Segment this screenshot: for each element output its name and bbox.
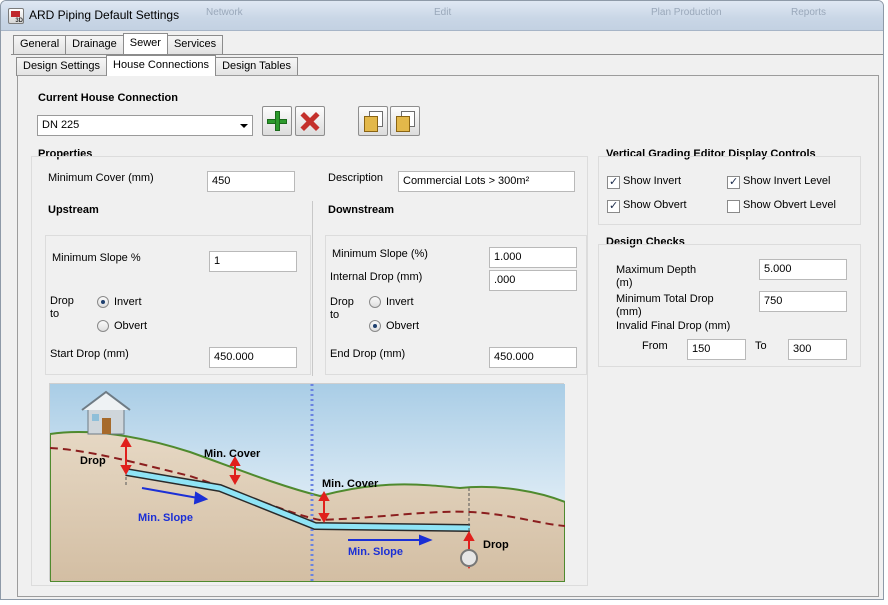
downstream-drop-to-label-2: to xyxy=(330,309,340,321)
upstream-heading: Upstream xyxy=(48,204,99,216)
house-connection-value: DN 225 xyxy=(42,119,80,131)
from-label: From xyxy=(642,340,668,352)
tab-design-settings[interactable]: Design Settings xyxy=(16,57,108,76)
min-cover-label: Minimum Cover (mm) xyxy=(48,172,154,184)
add-connection-button[interactable] xyxy=(262,106,292,136)
manhole-icon xyxy=(460,549,478,567)
description-label: Description xyxy=(328,172,384,184)
current-connection-heading: Current House Connection xyxy=(38,92,178,104)
delete-connection-button[interactable] xyxy=(295,106,325,136)
upstream-drop-to-label: Drop xyxy=(50,295,74,307)
plus-icon-stroke xyxy=(275,111,280,131)
end-drop-label: End Drop (mm) xyxy=(330,348,406,360)
downstream-obvert-radio[interactable] xyxy=(369,320,381,332)
show-obvert-label: Show Obvert xyxy=(623,199,687,211)
downstream-min-slope-field[interactable]: 1.000 xyxy=(489,247,577,268)
tab-house-connections[interactable]: House Connections xyxy=(106,55,217,76)
max-depth-field[interactable]: 5.000 xyxy=(759,259,847,280)
end-drop-field[interactable]: 450.000 xyxy=(489,347,577,368)
min-slope-label-downstream: Min. Slope xyxy=(348,546,403,558)
min-total-drop-field[interactable]: 750 xyxy=(759,291,847,312)
drop-label-upstream: Drop xyxy=(80,455,106,467)
import-button[interactable] xyxy=(358,106,388,136)
from-field[interactable]: 150 xyxy=(687,339,746,360)
background-menu-item: Network xyxy=(206,7,243,18)
show-obvert-checkbox[interactable] xyxy=(607,199,620,213)
upstream-min-slope-label: Minimum Slope % xyxy=(52,252,141,264)
to-label: To xyxy=(755,340,767,352)
internal-drop-label: Internal Drop (mm) xyxy=(330,271,423,283)
sub-tab-strip: Design Settings House Connections Design… xyxy=(16,55,298,76)
tab-drainage[interactable]: Drainage xyxy=(65,35,124,54)
house-connection-diagram: Drop Min. Cover Min. Cover Min. Slope Mi… xyxy=(49,383,565,582)
background-menu-item: Reports xyxy=(791,7,827,18)
settings-window: ARD Piping Default Settings Network Edit… xyxy=(0,0,884,600)
show-invert-level-label: Show Invert Level xyxy=(743,175,831,187)
background-menu-item: Plan Production xyxy=(651,7,722,18)
window-title: ARD Piping Default Settings xyxy=(29,8,180,22)
show-invert-checkbox[interactable] xyxy=(607,175,620,189)
tab-sewer[interactable]: Sewer xyxy=(122,33,168,54)
title-bar: ARD Piping Default Settings Network Edit… xyxy=(1,1,883,31)
downstream-drop-to-label: Drop xyxy=(330,296,354,308)
show-obvert-level-checkbox[interactable] xyxy=(727,200,740,213)
downstream-heading: Downstream xyxy=(328,204,395,216)
min-cover-field[interactable]: 450 xyxy=(207,171,295,192)
min-total-drop-label: Minimum Total Drop xyxy=(616,293,714,305)
min-total-drop-unit-label: (mm) xyxy=(616,306,642,318)
house-connection-select[interactable]: DN 225 xyxy=(37,115,253,136)
app-icon xyxy=(8,8,24,24)
upstream-drop-to-label-2: to xyxy=(50,308,60,320)
folder-icon xyxy=(364,116,378,132)
downstream-invert-radio[interactable] xyxy=(369,296,381,308)
start-drop-field[interactable]: 450.000 xyxy=(209,347,297,368)
tab-design-tables[interactable]: Design Tables xyxy=(215,57,298,76)
max-depth-label: Maximum Depth xyxy=(616,264,697,276)
downstream-min-slope-label: Minimum Slope (%) xyxy=(332,248,428,260)
folder-icon xyxy=(396,116,410,132)
tab-general[interactable]: General xyxy=(13,35,67,54)
min-slope-label-upstream: Min. Slope xyxy=(138,512,193,524)
upstream-obvert-radio[interactable] xyxy=(97,320,109,332)
export-button[interactable] xyxy=(390,106,420,136)
upstream-invert-label: Invert xyxy=(114,296,142,308)
upstream-obvert-label: Obvert xyxy=(114,320,148,332)
show-obvert-level-label: Show Obvert Level xyxy=(743,199,836,211)
diagram-canvas xyxy=(50,384,565,582)
internal-drop-field[interactable]: .000 xyxy=(489,270,577,291)
downstream-obvert-label: Obvert xyxy=(386,320,420,332)
max-depth-unit-label: (m) xyxy=(616,277,633,289)
tab-services[interactable]: Services xyxy=(166,35,224,54)
upstream-min-slope-field[interactable]: 1 xyxy=(209,251,297,272)
upstream-invert-radio[interactable] xyxy=(97,296,109,308)
min-cover-label-downstream: Min. Cover xyxy=(322,478,379,490)
min-cover-label-upstream: Min. Cover xyxy=(204,448,261,460)
drop-label-downstream: Drop xyxy=(483,539,509,551)
show-invert-level-checkbox[interactable] xyxy=(727,175,740,189)
downstream-invert-label: Invert xyxy=(386,296,414,308)
section-divider xyxy=(312,201,313,376)
show-invert-label: Show Invert xyxy=(623,175,682,187)
vged-group xyxy=(598,156,861,225)
description-field[interactable]: Commercial Lots > 300m² xyxy=(398,171,575,192)
main-tab-strip: General Drainage Sewer Services xyxy=(13,33,224,54)
to-field[interactable]: 300 xyxy=(788,339,847,360)
start-drop-label: Start Drop (mm) xyxy=(50,348,129,360)
background-menu-item: Edit xyxy=(434,7,452,18)
chevron-down-icon xyxy=(240,124,248,128)
invalid-final-drop-label: Invalid Final Drop (mm) xyxy=(616,320,731,332)
